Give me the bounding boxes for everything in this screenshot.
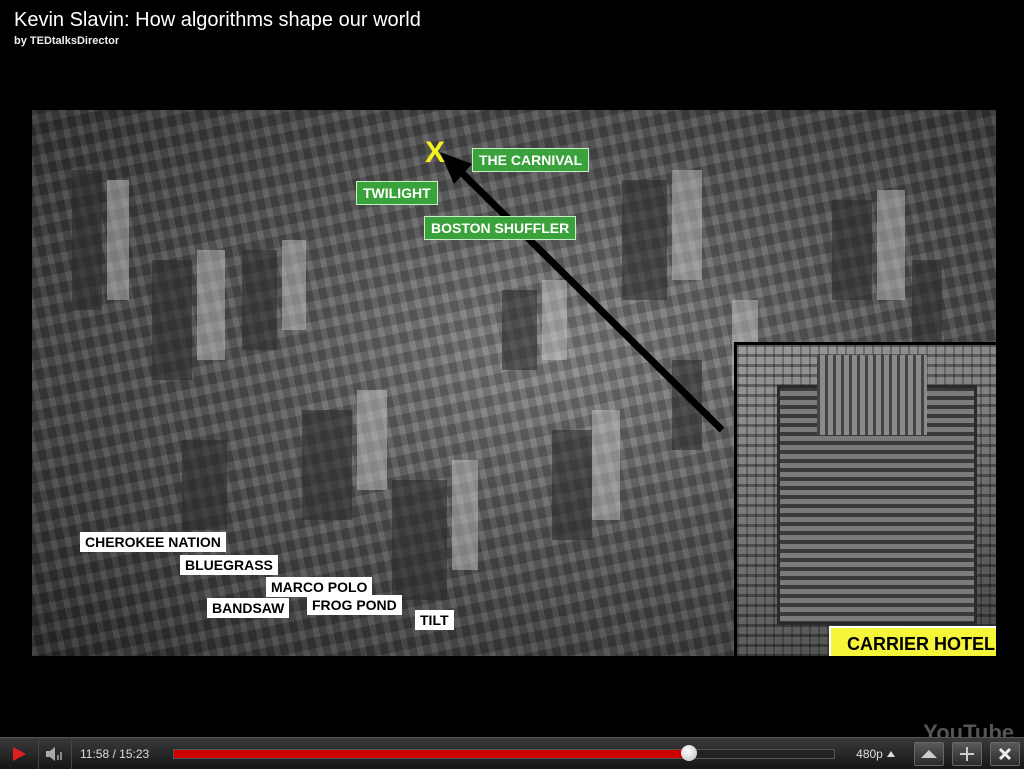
quality-arrow-icon (886, 750, 895, 757)
played-fill (174, 750, 689, 758)
map-label-the-carnival: THE CARNIVAL (472, 148, 590, 172)
popout-icon (921, 750, 937, 758)
map-label-marco-polo: MARCO POLO (266, 577, 373, 597)
video-title[interactable]: Kevin Slavin: How algorithms shape our w… (14, 9, 421, 32)
video-author[interactable]: by TEDtalksDirector (14, 35, 119, 47)
quality-label: 480p (856, 746, 883, 761)
expand-icon (960, 747, 974, 761)
expand-button[interactable] (952, 742, 982, 766)
seek-handle[interactable] (680, 745, 697, 761)
volume-icon (46, 746, 62, 761)
building-tower (817, 355, 927, 435)
current-time: 11:58 (80, 746, 110, 761)
time-display: 11:58 / 15:23 (74, 738, 172, 769)
fullscreen-button[interactable] (990, 742, 1020, 766)
duration: 15:23 (119, 746, 150, 761)
map-label-bandsaw: BANDSAW (207, 598, 290, 618)
popout-button[interactable] (914, 742, 944, 766)
time-separator: / (112, 746, 116, 761)
fullscreen-icon (998, 747, 1012, 761)
progress-bar[interactable] (173, 745, 835, 761)
inset-label-carrier-hotel: CARRIER HOTEL (829, 626, 996, 656)
play-icon (13, 746, 26, 761)
volume-button[interactable] (39, 738, 72, 769)
quality-selector[interactable]: 480p (850, 738, 902, 769)
play-button[interactable] (0, 738, 39, 769)
map-label-tilt: TILT (415, 610, 454, 630)
map-label-cherokee-nation: CHEROKEE NATION (80, 532, 226, 552)
map-label-frog-pond: FROG POND (307, 595, 402, 615)
location-marker: X (425, 136, 446, 169)
map-label-twilight: TWILIGHT (356, 181, 438, 205)
inset-building-image: CARRIER HOTEL (734, 342, 996, 656)
map-label-boston-shuffler: BOSTON SHUFFLER (424, 216, 577, 240)
map-label-bluegrass: BLUEGRASS (180, 555, 278, 575)
video-frame[interactable]: X THE CARNIVAL TWILIGHT BOSTON SHUFFLER … (32, 110, 996, 656)
player-controls: 11:58 / 15:23 480p (0, 737, 1024, 769)
